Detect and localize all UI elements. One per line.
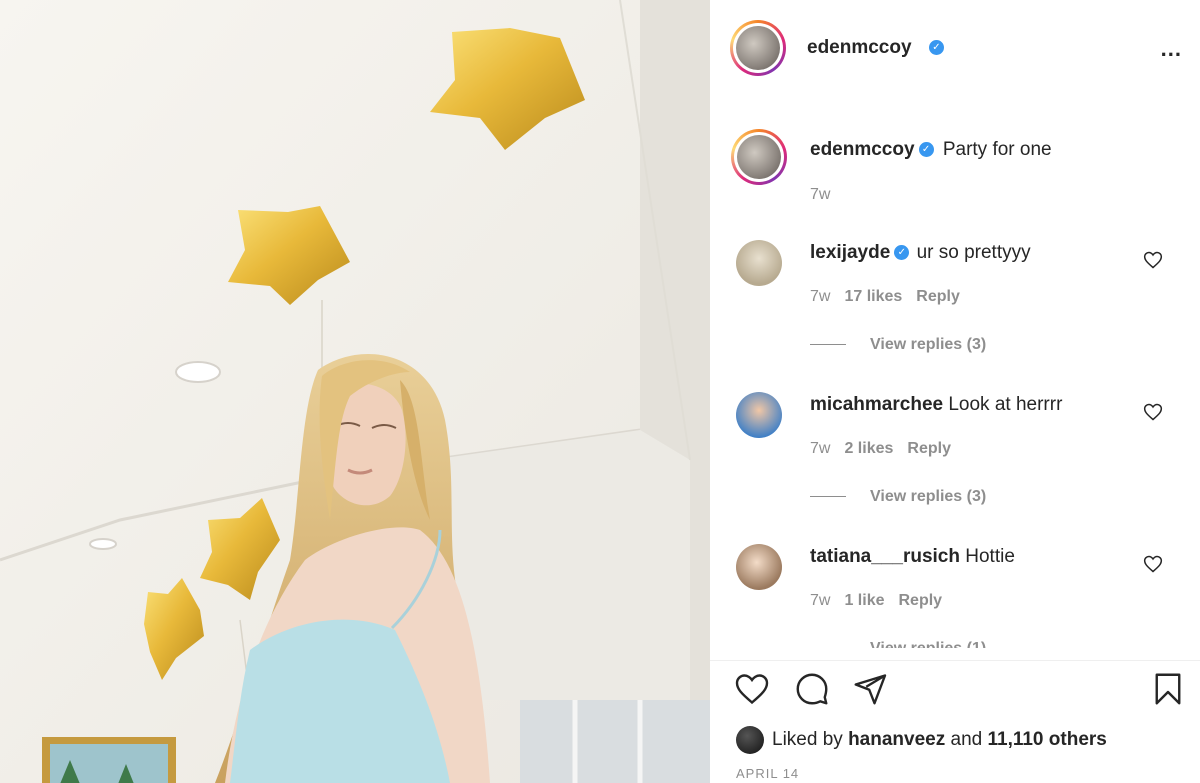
post-photo[interactable] <box>0 0 710 783</box>
verified-icon: ✓ <box>929 40 944 55</box>
heart-icon[interactable] <box>1143 250 1163 270</box>
heart-icon[interactable] <box>1143 554 1163 574</box>
save-icon[interactable] <box>1150 671 1186 707</box>
comment-meta: 7w 17 likes Reply <box>810 288 974 306</box>
reply-button[interactable]: Reply <box>916 288 960 305</box>
comment-username[interactable]: micahmarchee <box>810 394 943 415</box>
more-icon[interactable]: ... <box>1161 36 1182 62</box>
post-date[interactable]: APRIL 14 <box>736 766 799 781</box>
view-replies-button[interactable]: View replies (3) <box>810 488 986 506</box>
verified-icon: ✓ <box>918 142 934 158</box>
view-replies-button[interactable]: View replies (1) <box>810 640 986 648</box>
verified-icon: ✓ <box>894 245 910 261</box>
comment-text: tatiana___rusich Hottie <box>810 546 1015 568</box>
comment-time: 7w <box>810 288 831 305</box>
author-username[interactable]: edenmccoy <box>807 37 912 59</box>
view-replies-label: View replies (1) <box>870 640 986 648</box>
liker-username[interactable]: hananveez <box>848 729 945 750</box>
liked-by-joiner: and <box>950 729 983 751</box>
commenter-avatar[interactable] <box>736 544 782 590</box>
liker-avatar[interactable] <box>736 726 764 754</box>
reply-button[interactable]: Reply <box>898 592 942 609</box>
comment-text: lexijayde ✓ ur so prettyyy <box>810 242 1031 264</box>
comment-icon[interactable] <box>794 671 830 707</box>
view-replies-label: View replies (3) <box>870 488 987 505</box>
comment-meta: 7w 1 like Reply <box>810 592 956 610</box>
caption-username[interactable]: edenmccoy <box>810 139 915 160</box>
commenter-avatar[interactable] <box>736 392 782 438</box>
like-icon[interactable] <box>734 671 770 707</box>
caption-body: Party for one <box>942 139 1052 160</box>
comment-time: 7w <box>810 440 831 457</box>
heart-icon[interactable] <box>1143 402 1163 422</box>
comment-username[interactable]: lexijayde <box>810 242 890 263</box>
liked-by-prefix: Liked by <box>772 729 843 751</box>
caption-avatar[interactable] <box>731 129 787 185</box>
likes-summary: Liked by hananveez and 11,110 others <box>736 726 1107 754</box>
comment-likes[interactable]: 17 likes <box>844 288 902 305</box>
post-header: edenmccoy ✓ ... <box>710 0 1200 96</box>
caption-time: 7w <box>810 186 844 204</box>
post-panel: edenmccoy ✓ ... edenmccoy ✓ Party for one… <box>710 0 1200 783</box>
action-bar <box>710 660 1200 721</box>
comments-list[interactable]: edenmccoy ✓ Party for one 7w lexijayde ✓ u… <box>710 96 1200 648</box>
comment-body: ur so prettyyy <box>916 242 1031 263</box>
caption-text: edenmccoy ✓ Party for one <box>810 139 1052 161</box>
comment-username[interactable]: tatiana___rusich <box>810 546 960 567</box>
view-replies-button[interactable]: View replies (3) <box>810 336 986 354</box>
view-replies-label: View replies (3) <box>870 336 987 353</box>
share-icon[interactable] <box>852 671 888 707</box>
author-avatar[interactable] <box>730 20 786 76</box>
comment-body: Hottie <box>965 546 1015 567</box>
caption-time-label: 7w <box>810 186 831 203</box>
commenter-avatar[interactable] <box>736 240 782 286</box>
comment-likes[interactable]: 1 like <box>844 592 884 609</box>
reply-button[interactable]: Reply <box>907 440 951 457</box>
comment-likes[interactable]: 2 likes <box>844 440 893 457</box>
comment-body: Look at herrrr <box>948 394 1063 415</box>
comment-time: 7w <box>810 592 831 609</box>
likes-others[interactable]: 11,110 others <box>987 729 1106 750</box>
comment-text: micahmarchee Look at herrrr <box>810 394 1062 416</box>
post-photo-illustration <box>0 0 710 783</box>
comment-meta: 7w 2 likes Reply <box>810 440 965 458</box>
